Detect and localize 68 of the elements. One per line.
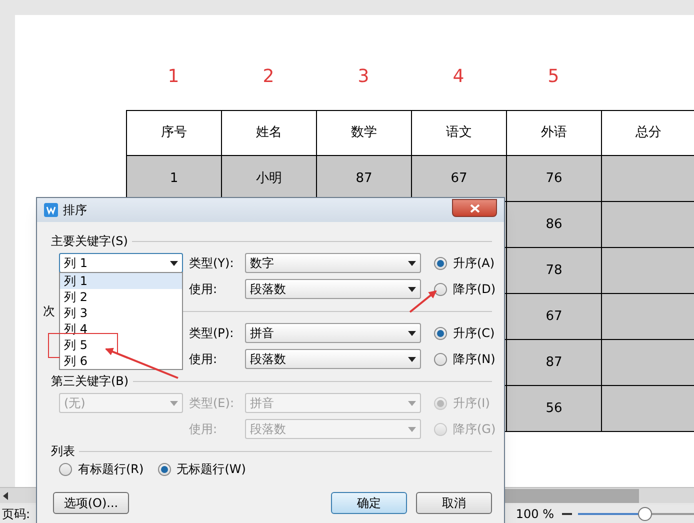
table-header-cell: 语文 [411, 110, 506, 156]
column-select[interactable]: 列 1 [59, 253, 183, 273]
table-cell: 67 [506, 294, 601, 340]
field-label: 使用: [189, 351, 218, 368]
dropdown-option[interactable]: 列 1 [60, 273, 182, 289]
field-label: 使用: [189, 421, 218, 438]
table-header-cell: 外语 [506, 110, 601, 156]
radio-button[interactable] [434, 326, 447, 340]
caret-icon [170, 400, 178, 406]
table-cell: 56 [506, 386, 601, 432]
table-cell: 87 [506, 340, 601, 386]
radio-label: 无标题行(W) [176, 461, 246, 478]
dialog-button[interactable]: 确定 [331, 492, 407, 514]
caret-icon [408, 356, 416, 362]
slider-thumb[interactable] [638, 507, 652, 521]
zoom-value: 100 % [516, 506, 554, 523]
field-label: 类型(E): [189, 395, 235, 412]
radio-label: 升序(I) [453, 395, 490, 412]
column-number-annotation: 2 [262, 65, 276, 88]
field-label: 类型(Y): [189, 255, 235, 272]
zoom-slider[interactable] [578, 507, 694, 521]
radio-button[interactable] [158, 462, 171, 476]
dialog-button[interactable]: 选项(O)... [53, 492, 129, 514]
app-logo-icon [44, 203, 58, 217]
use-select[interactable]: 段落数 [245, 279, 421, 299]
caret-icon [408, 400, 416, 406]
radio-button[interactable] [434, 282, 447, 296]
caret-icon [408, 426, 416, 432]
radio-button[interactable] [434, 256, 447, 270]
field-label: 类型(P): [189, 325, 235, 342]
field-label: 使用: [189, 281, 218, 298]
type-select[interactable]: 数字 [245, 253, 421, 273]
table-cell: 86 [506, 202, 601, 248]
radio-label: 有标题行(R) [78, 461, 144, 478]
page-number-label: 页码: [2, 506, 30, 523]
radio-button[interactable] [59, 462, 72, 476]
radio-label: 降序(N) [453, 351, 496, 368]
table-cell: 78 [506, 248, 601, 294]
radio-label: 降序(D) [453, 281, 496, 298]
radio-label: 升序(C) [453, 325, 495, 342]
caret-icon [408, 260, 416, 266]
annotation-arrow [409, 290, 437, 313]
dialog-title: 排序 [63, 202, 87, 219]
table-header-cell: 序号 [126, 110, 221, 156]
type-select[interactable]: 拼音 [245, 323, 421, 343]
column-number-annotation: 3 [356, 65, 370, 88]
zoom-out-icon[interactable] [562, 512, 572, 516]
column-number-annotation: 1 [166, 65, 180, 88]
caret-icon [408, 330, 416, 336]
column-number-annotation: 5 [546, 65, 560, 88]
caret-icon [408, 286, 416, 292]
use-select[interactable]: 段落数 [245, 349, 421, 369]
caret-icon [170, 260, 178, 266]
table-cell: 76 [506, 156, 601, 202]
table-header-cell: 数学 [316, 110, 411, 156]
group-label: 次 [43, 303, 55, 320]
close-icon [470, 204, 480, 212]
close-button[interactable] [452, 199, 497, 217]
table-header-cell: 总分 [601, 110, 694, 156]
radio-label: 降序(G) [453, 421, 496, 438]
group-label: 第三关键字(B) [51, 373, 129, 390]
column-number-annotation: 4 [452, 65, 466, 88]
table-header-cell: 姓名 [221, 110, 316, 156]
group-label: 主要关键字(S) [51, 233, 128, 250]
radio-label: 升序(A) [453, 255, 495, 272]
group-label: 列表 [51, 443, 75, 460]
dialog-button[interactable]: 取消 [416, 492, 492, 514]
radio-button[interactable] [434, 352, 447, 366]
